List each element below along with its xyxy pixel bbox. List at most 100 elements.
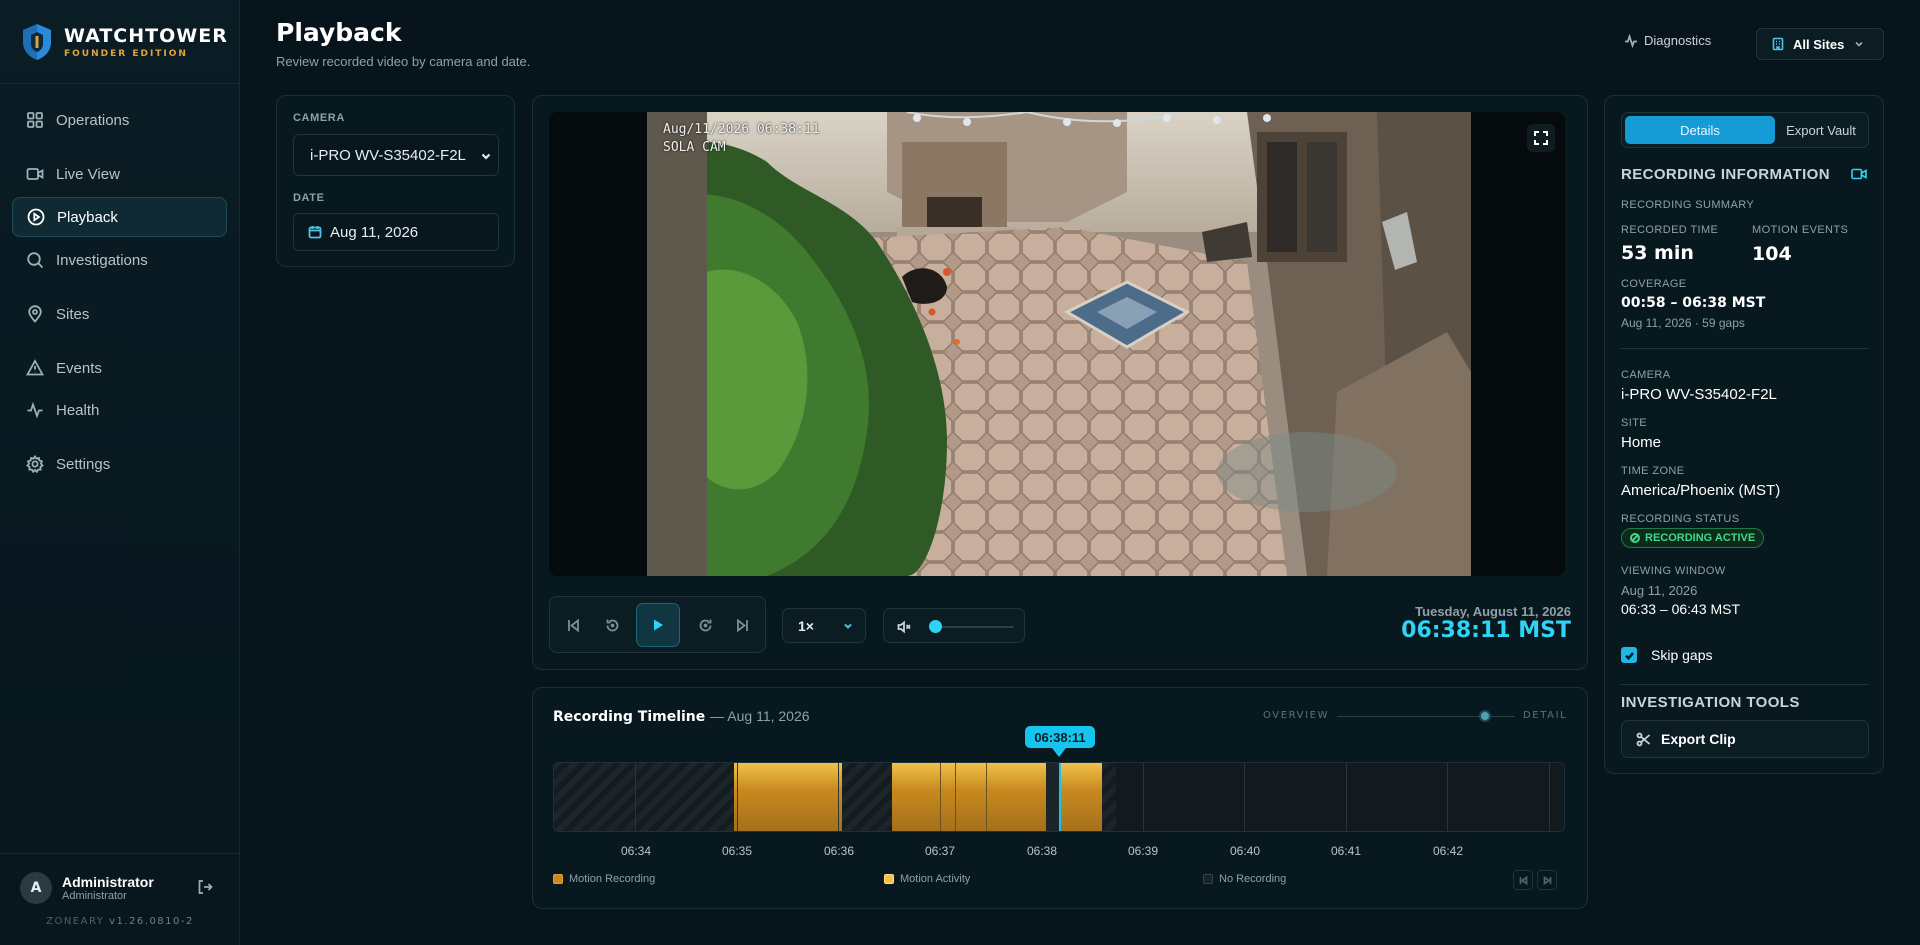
motion-recording-segment[interactable] xyxy=(734,763,842,831)
tab-details[interactable]: Details xyxy=(1625,116,1775,144)
investigation-tools-title: INVESTIGATION TOOLS xyxy=(1621,694,1800,711)
sidebar-item-settings[interactable]: Settings xyxy=(12,444,227,484)
viewing-window-label: VIEWING WINDOW xyxy=(1621,565,1726,577)
diagnostics-button[interactable]: Diagnostics xyxy=(1624,33,1711,48)
brand-name: WATCHTOWER xyxy=(64,24,228,47)
minute-gridline xyxy=(1447,763,1448,831)
sidebar-item-live-view[interactable]: Live View xyxy=(12,154,227,194)
legend-no-recording: No Recording xyxy=(1203,873,1286,885)
sidebar: WATCHTOWER FOUNDER EDITION Operations Li… xyxy=(0,0,240,945)
no-recording-segment xyxy=(1102,763,1116,831)
details-tabs: Details Export Vault xyxy=(1621,112,1869,148)
playhead-time-label: 06:38:11 xyxy=(1025,726,1095,748)
future-segment xyxy=(1116,763,1564,831)
playhead-line[interactable] xyxy=(1059,763,1061,831)
volume-slider-track[interactable] xyxy=(935,626,1014,628)
time-tick: 06:40 xyxy=(1229,844,1261,858)
legend-swatch xyxy=(1203,874,1213,884)
avatar[interactable]: A xyxy=(20,872,52,904)
volume-mute-icon[interactable] xyxy=(897,620,911,634)
playhead-marker-icon[interactable] xyxy=(1052,748,1066,758)
skip-forward-icon xyxy=(1543,875,1551,885)
osd-timestamp: Aug/11/2026 06:38:11 xyxy=(663,122,820,137)
sidebar-item-events[interactable]: Events xyxy=(12,348,227,388)
scissors-icon xyxy=(1636,732,1651,746)
sidebar-item-investigations[interactable]: Investigations xyxy=(12,240,227,280)
video-player[interactable]: Aug/11/2026 06:38:11 SOLA CAM xyxy=(549,112,1565,576)
tab-export-vault[interactable]: Export Vault xyxy=(1775,116,1867,144)
skip-start-button[interactable] xyxy=(558,610,588,640)
export-clip-button[interactable]: Export Clip xyxy=(1621,720,1869,758)
volume-slider-handle[interactable] xyxy=(929,620,942,633)
video-icon xyxy=(1851,168,1867,180)
forward-10-button[interactable] xyxy=(690,610,720,640)
minute-gridline xyxy=(955,763,956,831)
chevron-down-icon xyxy=(481,153,491,160)
timeline-panel: Recording Timeline — Aug 11, 2026 OVERVI… xyxy=(532,687,1588,909)
skip-forward-icon xyxy=(736,618,748,632)
activity-icon xyxy=(1625,33,1637,48)
site-selector[interactable]: All Sites xyxy=(1756,28,1884,60)
zoom-detail-label: DETAIL xyxy=(1523,710,1568,721)
time-tick: 06:41 xyxy=(1330,844,1362,858)
chevron-down-icon xyxy=(844,623,852,629)
skip-end-button[interactable] xyxy=(727,610,757,640)
date-picker-value: Aug 11, 2026 xyxy=(330,223,419,241)
skip-gaps-checkbox[interactable] xyxy=(1621,647,1637,663)
zoom-slider-handle[interactable] xyxy=(1479,710,1491,722)
motion-recording-segment[interactable] xyxy=(1060,763,1102,831)
timeline-track[interactable] xyxy=(553,762,1565,832)
app-version: ZONEARY v1.26.0810-2 xyxy=(0,916,240,927)
playback-speed-select[interactable]: 1× xyxy=(782,608,866,643)
rewind-10-button[interactable] xyxy=(597,610,627,640)
check-icon xyxy=(1624,651,1634,660)
version-build: v1.26.0810-2 xyxy=(109,916,194,927)
date-picker[interactable]: Aug 11, 2026 xyxy=(293,213,499,251)
date-label: DATE xyxy=(293,192,325,204)
camera-select-value: i-PRO WV-S35402-F2L xyxy=(310,146,466,164)
viewing-window-date: Aug 11, 2026 xyxy=(1621,583,1698,598)
sidebar-item-health[interactable]: Health xyxy=(12,390,227,430)
play-button[interactable] xyxy=(636,603,680,647)
time-tick: 06:39 xyxy=(1127,844,1159,858)
playback-speed-value: 1× xyxy=(798,617,814,634)
play-circle-icon xyxy=(27,208,45,226)
sidebar-item-operations[interactable]: Operations xyxy=(12,100,227,140)
minute-gridline xyxy=(838,763,839,831)
legend-motion-activity: Motion Activity xyxy=(884,873,970,885)
shield-logo-icon xyxy=(23,23,51,60)
transport-controls xyxy=(549,596,766,653)
no-recording-segment xyxy=(842,763,892,831)
motion-events-value: 104 xyxy=(1752,243,1792,265)
camera-info-label: CAMERA xyxy=(1621,369,1671,381)
no-recording-segment xyxy=(1046,763,1060,831)
user-role: Administrator xyxy=(62,890,127,902)
fullscreen-button[interactable] xyxy=(1527,124,1555,152)
time-tick: 06:36 xyxy=(823,844,855,858)
timeline-prev-button[interactable] xyxy=(1513,870,1533,890)
timeline-next-button[interactable] xyxy=(1537,870,1557,890)
minute-gridline xyxy=(1244,763,1245,831)
sidebar-item-sites[interactable]: Sites xyxy=(12,294,227,334)
alert-triangle-icon xyxy=(26,359,44,376)
time-tick: 06:34 xyxy=(620,844,652,858)
rotate-cw-icon xyxy=(699,619,711,631)
timeline-title: Recording Timeline — Aug 11, 2026 xyxy=(553,708,810,725)
minute-gridline xyxy=(1143,763,1144,831)
skip-gaps-label[interactable]: Skip gaps xyxy=(1651,647,1712,663)
legend-label: No Recording xyxy=(1219,873,1287,885)
gear-icon xyxy=(26,455,44,473)
coverage-value: 00:58 – 06:38 MST xyxy=(1621,295,1766,311)
sidebar-item-label: Operations xyxy=(56,111,130,129)
brand: WATCHTOWER FOUNDER EDITION xyxy=(0,0,239,84)
current-date: Tuesday, August 11, 2026 xyxy=(1415,604,1571,619)
play-icon xyxy=(654,619,663,631)
sidebar-item-playback[interactable]: Playback xyxy=(12,197,227,237)
zoom-overview-label: OVERVIEW xyxy=(1263,710,1330,721)
camera-select[interactable]: i-PRO WV-S35402-F2L xyxy=(293,134,499,176)
sidebar-item-label: Investigations xyxy=(56,251,148,269)
coverage-sub: Aug 11, 2026 · 59 gaps xyxy=(1621,316,1745,330)
motion-recording-segment[interactable] xyxy=(892,763,1046,831)
logout-icon[interactable] xyxy=(196,878,214,896)
activity-icon xyxy=(27,401,43,419)
